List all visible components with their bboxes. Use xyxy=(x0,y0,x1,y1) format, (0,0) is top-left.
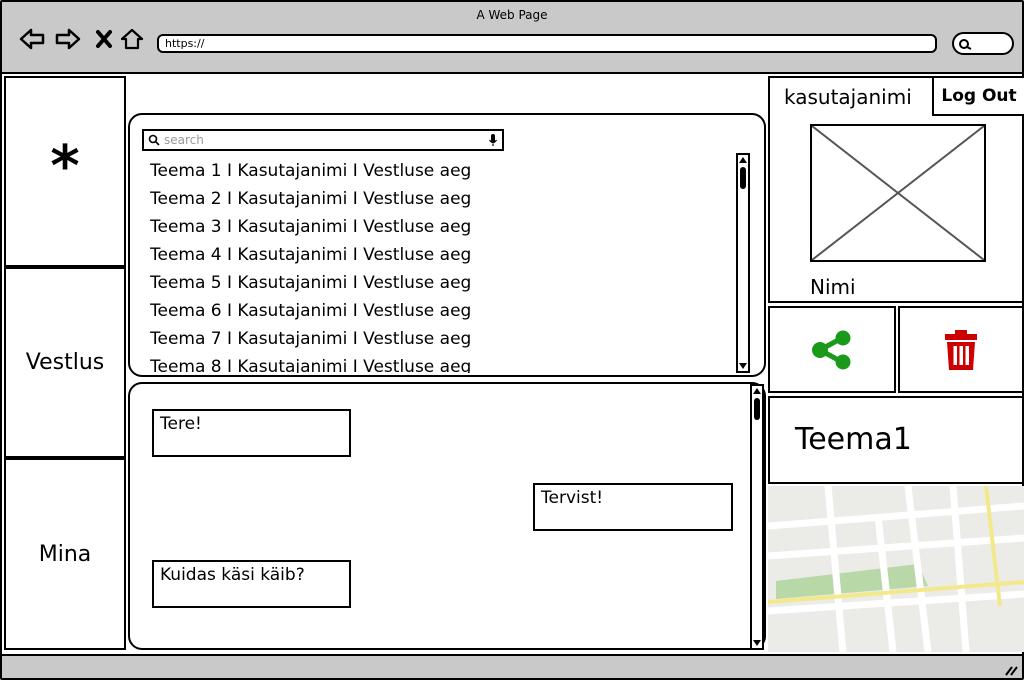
thread-item[interactable]: Teema 7 I Kasutajanimi I Vestluse aeg xyxy=(150,325,710,353)
chat-message-outgoing: Tervist! xyxy=(533,483,733,531)
avatar xyxy=(810,124,986,262)
share-icon xyxy=(812,330,851,369)
thread-list-scrollbar[interactable] xyxy=(736,153,750,373)
microphone-icon[interactable] xyxy=(488,133,498,147)
back-icon[interactable] xyxy=(18,26,46,52)
resize-grip-icon[interactable] xyxy=(1004,662,1018,676)
browser-search-field[interactable] xyxy=(952,32,1014,55)
scroll-thumb[interactable] xyxy=(754,398,760,420)
image-placeholder-icon xyxy=(811,125,985,261)
thread-item[interactable]: Teema 1 I Kasutajanimi I Vestluse aeg xyxy=(150,157,710,185)
scroll-thumb[interactable] xyxy=(740,167,746,189)
sidebar: * Vestlus Mina xyxy=(4,76,126,650)
thread-list: Teema 1 I Kasutajanimi I Vestluse aeg Te… xyxy=(150,157,710,373)
share-button[interactable] xyxy=(768,306,896,393)
status-bar xyxy=(2,654,1022,678)
message-text: Kuidas käsi käib? xyxy=(160,565,305,585)
thread-list-panel: Teema 1 I Kasutajanimi I Vestluse aeg Te… xyxy=(128,113,766,377)
url-bar[interactable] xyxy=(157,34,937,53)
browser-window: A Web Page * Vestlus Mina xyxy=(0,0,1024,680)
search-box[interactable] xyxy=(142,129,504,151)
thread-item[interactable]: Teema 3 I Kasutajanimi I Vestluse aeg xyxy=(150,213,710,241)
scroll-up-icon[interactable] xyxy=(738,155,748,165)
scroll-down-icon[interactable] xyxy=(738,361,748,371)
thread-item[interactable]: Teema 2 I Kasutajanimi I Vestluse aeg xyxy=(150,185,710,213)
chat-panel: Tere! Tervist! Kuidas käsi käib? xyxy=(128,382,766,650)
delete-button[interactable] xyxy=(898,306,1024,393)
magnifier-icon xyxy=(959,39,972,50)
browser-toolbar: A Web Page xyxy=(2,2,1022,74)
map-image xyxy=(768,486,1024,652)
search-input[interactable] xyxy=(164,133,488,147)
message-text: Tervist! xyxy=(541,488,604,508)
page-title: A Web Page xyxy=(476,8,548,22)
logout-button[interactable]: Log Out xyxy=(932,76,1024,116)
topic-title: Teema1 xyxy=(795,422,912,457)
scroll-up-icon[interactable] xyxy=(752,386,762,396)
stop-icon[interactable] xyxy=(90,26,118,52)
profile-card: kasutajanimi Log Out Nimi xyxy=(768,76,1024,303)
url-input[interactable] xyxy=(165,37,929,50)
sidebar-item-label: Vestlus xyxy=(25,350,105,375)
sidebar-item-mina[interactable]: Mina xyxy=(4,458,126,650)
forward-icon[interactable] xyxy=(54,26,82,52)
thread-item[interactable]: Teema 5 I Kasutajanimi I Vestluse aeg xyxy=(150,269,710,297)
sidebar-item-label: * xyxy=(50,134,80,199)
thread-item[interactable]: Teema 6 I Kasutajanimi I Vestluse aeg xyxy=(150,297,710,325)
trash-icon xyxy=(945,329,977,370)
username: kasutajanimi xyxy=(784,85,912,109)
thread-item[interactable]: Teema 4 I Kasutajanimi I Vestluse aeg xyxy=(150,241,710,269)
home-icon[interactable] xyxy=(118,26,146,52)
chat-scrollbar[interactable] xyxy=(750,384,764,650)
sidebar-item-home[interactable]: * xyxy=(4,76,126,267)
chat-message-incoming: Kuidas käsi käib? xyxy=(152,560,351,608)
sidebar-item-label: Mina xyxy=(38,541,92,567)
topic-box: Teema1 xyxy=(768,396,1024,484)
profile-name: Nimi xyxy=(810,275,856,299)
search-icon xyxy=(148,134,160,146)
scroll-down-icon[interactable] xyxy=(752,638,762,648)
map[interactable] xyxy=(768,486,1024,652)
message-text: Tere! xyxy=(160,414,202,434)
chat-message-incoming: Tere! xyxy=(152,409,351,457)
thread-item[interactable]: Teema 8 I Kasutajanimi I Vestluse aeg xyxy=(150,353,710,373)
sidebar-item-vestlus[interactable]: Vestlus xyxy=(4,267,126,458)
